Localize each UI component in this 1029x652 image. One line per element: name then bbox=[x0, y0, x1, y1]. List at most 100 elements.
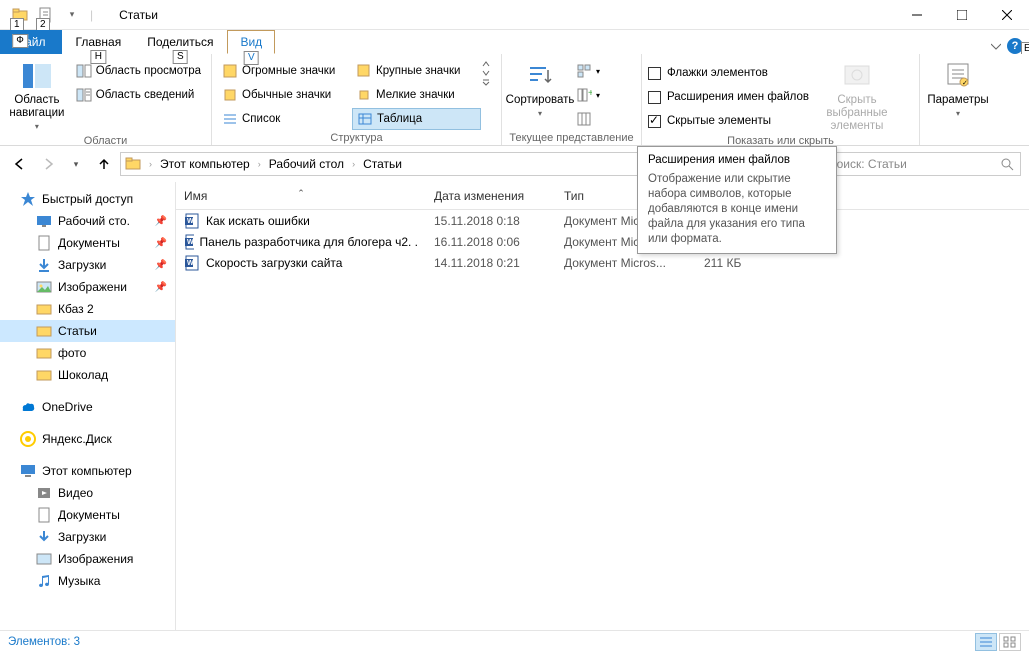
group-show-hide: Флажки элементов Расширения имен файлов … bbox=[642, 54, 920, 145]
ribbon: Область навигации ▾ Область просмотра Об… bbox=[0, 54, 1029, 146]
file-extensions-checkbox[interactable]: Расширения имен файлов bbox=[648, 86, 809, 108]
file-row[interactable]: WСкорость загрузки сайта 14.11.2018 0:21… bbox=[176, 252, 1029, 273]
item-checkboxes-checkbox[interactable]: Флажки элементов bbox=[648, 62, 809, 84]
scroll-up-icon[interactable] bbox=[481, 60, 491, 68]
address-bar-row: ▾ › Этот компьютер › Рабочий стол › Стат… bbox=[0, 146, 1029, 182]
group-current-view: Сортировать ▾ ▾ +▾ Текущее представление bbox=[502, 54, 642, 145]
crumb-current[interactable]: Статьи bbox=[363, 157, 402, 171]
sort-button[interactable]: Сортировать ▾ bbox=[508, 56, 572, 120]
tooltip-title: Расширения имен файлов bbox=[648, 153, 826, 168]
sidebar-pc-documents[interactable]: Документы bbox=[0, 504, 175, 526]
hidden-items-checkbox[interactable]: Скрытые элементы bbox=[648, 110, 809, 132]
details-view-button[interactable] bbox=[975, 633, 997, 651]
group-layout-label: Структура bbox=[218, 130, 495, 146]
nav-pane-label: Область навигации bbox=[6, 94, 68, 120]
options-label: Параметры bbox=[927, 94, 988, 107]
sidebar-item-documents[interactable]: Документы📌 bbox=[0, 232, 175, 254]
forward-button[interactable] bbox=[36, 152, 60, 176]
close-button[interactable] bbox=[984, 0, 1029, 30]
tab-view[interactable]: Вид V bbox=[227, 30, 275, 54]
sidebar-pc-video[interactable]: Видео bbox=[0, 482, 175, 504]
tooltip-body: Отображение или скрытие набора символов,… bbox=[648, 172, 826, 247]
status-bar: Элементов: 3 bbox=[0, 630, 1029, 652]
qat-properties-icon[interactable]: 2 bbox=[34, 4, 58, 26]
sidebar-this-pc[interactable]: Этот компьютер bbox=[0, 460, 175, 482]
list-button[interactable]: Список bbox=[218, 108, 352, 130]
preview-pane-label: Область просмотра bbox=[96, 65, 201, 77]
folder-icon bbox=[125, 156, 141, 172]
expand-icon[interactable] bbox=[481, 78, 491, 86]
status-text: Элементов: 3 bbox=[8, 636, 80, 648]
col-date[interactable]: Дата изменения bbox=[426, 189, 556, 203]
tab-home[interactable]: Главная H bbox=[64, 30, 134, 54]
minimize-button[interactable] bbox=[894, 0, 939, 30]
navigation-sidebar: Быстрый доступ Рабочий сто.📌 Документы📌 … bbox=[0, 182, 176, 630]
small-icons-button[interactable]: Мелкие значки bbox=[352, 84, 481, 106]
sidebar-pc-music[interactable]: Музыка bbox=[0, 570, 175, 592]
recent-dropdown[interactable]: ▾ bbox=[64, 152, 88, 176]
column-headers: Имя⌃ Дата изменения Тип Размер bbox=[176, 182, 1029, 210]
sidebar-item-chocolate[interactable]: Шоколад bbox=[0, 364, 175, 386]
hide-selected-button: Скрыть выбранные элементы bbox=[817, 56, 897, 133]
collapse-ribbon-icon[interactable] bbox=[991, 41, 1001, 51]
qat-folder-icon[interactable]: 1 bbox=[8, 4, 32, 26]
huge-icons-button[interactable]: Огромные значки bbox=[218, 60, 352, 82]
sidebar-pc-downloads[interactable]: Загрузки bbox=[0, 526, 175, 548]
crumb-desktop[interactable]: Рабочий стол bbox=[269, 157, 344, 171]
qat-dropdown[interactable]: ▾ bbox=[60, 4, 84, 26]
tab-share[interactable]: Поделиться S bbox=[135, 30, 225, 54]
sidebar-item-desktop[interactable]: Рабочий сто.📌 bbox=[0, 210, 175, 232]
col-name[interactable]: Имя⌃ bbox=[176, 189, 426, 203]
window-controls bbox=[894, 0, 1029, 30]
keytip-view: V bbox=[244, 51, 259, 65]
quick-access-toolbar: 1 2 ▾ bbox=[0, 4, 84, 26]
tab-view-label: Вид bbox=[240, 35, 262, 49]
sidebar-item-photo[interactable]: фото bbox=[0, 342, 175, 364]
crumb-pc[interactable]: Этот компьютер bbox=[160, 157, 250, 171]
file-row[interactable]: WПанель разработчика для блогера ч2. . 1… bbox=[176, 231, 1029, 252]
keytip-file: Ф bbox=[12, 34, 28, 48]
table-button[interactable]: Таблица bbox=[352, 108, 481, 130]
sidebar-item-downloads[interactable]: Загрузки📌 bbox=[0, 254, 175, 276]
ribbon-tabs: Файл Ф Главная H Поделиться S Вид V ? E bbox=[0, 30, 1029, 54]
title-bar: 1 2 ▾ | Статьи bbox=[0, 0, 1029, 30]
tab-home-label: Главная bbox=[76, 35, 122, 49]
svg-text:✓: ✓ bbox=[962, 80, 968, 87]
sidebar-onedrive[interactable]: OneDrive bbox=[0, 396, 175, 418]
word-icon: W bbox=[184, 255, 200, 271]
add-columns-button[interactable]: +▾ bbox=[572, 84, 604, 106]
group-by-button[interactable]: ▾ bbox=[572, 60, 604, 82]
file-rows: WКак искать ошибки 15.11.2018 0:18 Докум… bbox=[176, 210, 1029, 273]
details-pane-button[interactable]: Область сведений bbox=[72, 84, 205, 106]
hide-selected-label: Скрыть выбранные элементы bbox=[817, 94, 897, 133]
sidebar-item-articles[interactable]: Статьи bbox=[0, 320, 175, 342]
nav-pane-button[interactable]: Область навигации ▾ bbox=[6, 56, 68, 133]
search-input[interactable]: Поиск: Статьи Поиск: Статьи bbox=[821, 152, 1021, 176]
thumbnail-view-button[interactable] bbox=[999, 633, 1021, 651]
options-button[interactable]: ✓ Параметры ▾ bbox=[926, 56, 990, 120]
scroll-down-icon[interactable] bbox=[481, 69, 491, 77]
tooltip-extensions: Расширения имен файлов Отображение или с… bbox=[637, 146, 837, 254]
up-button[interactable] bbox=[92, 152, 116, 176]
sidebar-item-images[interactable]: Изображени📌 bbox=[0, 276, 175, 298]
sidebar-yandex[interactable]: Яндекс.Диск bbox=[0, 428, 175, 450]
file-tab[interactable]: Файл Ф bbox=[0, 30, 62, 54]
file-row[interactable]: WКак искать ошибки 15.11.2018 0:18 Докум… bbox=[176, 210, 1029, 231]
group-panes-label: Области bbox=[6, 133, 205, 149]
sidebar-item-kbaz[interactable]: Кбаз 2 bbox=[0, 298, 175, 320]
sidebar-pc-images[interactable]: Изображения bbox=[0, 548, 175, 570]
help-button[interactable]: ? E bbox=[1007, 38, 1023, 54]
sort-label: Сортировать bbox=[506, 94, 575, 107]
fit-columns-button[interactable] bbox=[572, 108, 604, 130]
large-icons-button[interactable]: Крупные значки bbox=[352, 60, 481, 82]
group-options: ✓ Параметры ▾ bbox=[920, 54, 1000, 145]
group-panes: Область навигации ▾ Область просмотра Об… bbox=[0, 54, 212, 145]
back-button[interactable] bbox=[8, 152, 32, 176]
sidebar-quick-access[interactable]: Быстрый доступ bbox=[0, 188, 175, 210]
tab-share-label: Поделиться bbox=[147, 35, 213, 49]
maximize-button[interactable] bbox=[939, 0, 984, 30]
normal-icons-button[interactable]: Обычные значки bbox=[218, 84, 352, 106]
word-icon: W bbox=[184, 234, 194, 250]
group-current-view-label: Текущее представление bbox=[508, 130, 635, 146]
file-list-area: Имя⌃ Дата изменения Тип Размер WКак иска… bbox=[176, 182, 1029, 630]
